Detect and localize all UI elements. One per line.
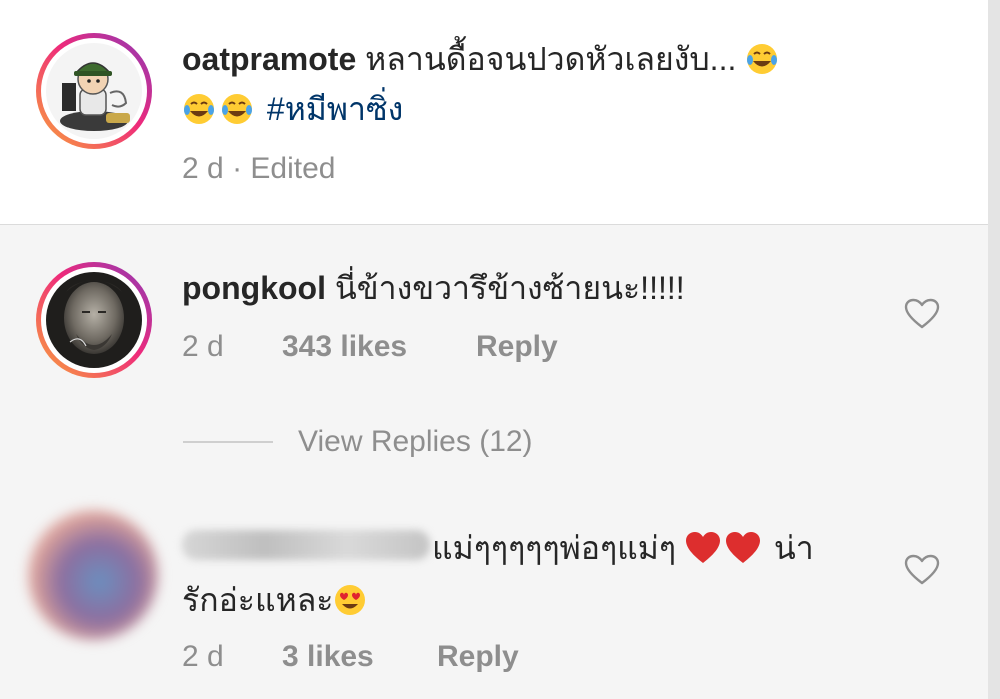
caption-line-1: oatpramote หลานดื้อจนปวดหัวเลยงับ... <box>182 39 783 79</box>
comment-2-text-2: รักอ่ะแหละ <box>182 582 334 618</box>
avatar-image <box>46 43 142 139</box>
comment-2-reply-button[interactable]: Reply <box>437 640 519 674</box>
comment-1-likes[interactable]: 343 likes <box>282 330 407 364</box>
face-with-tears-of-joy-icon <box>745 42 779 76</box>
view-replies-line <box>183 441 273 443</box>
avatar-image <box>46 272 142 368</box>
comment-2-time: 2 d <box>182 640 224 673</box>
red-heart-icon <box>685 531 721 565</box>
red-heart-icon <box>725 531 761 565</box>
comment-1-reply-button[interactable]: Reply <box>476 330 558 364</box>
smiling-face-with-heart-eyes-icon <box>333 583 367 617</box>
comment-2-likes[interactable]: 3 likes <box>282 640 374 674</box>
scrollbar-track[interactable] <box>988 0 1000 699</box>
blurred-avatar[interactable] <box>28 510 158 640</box>
portrait-avatar-icon <box>46 272 142 368</box>
meta-separator: · <box>232 152 243 185</box>
caption-username[interactable]: oatpramote <box>182 41 356 77</box>
view-replies-button[interactable]: View Replies (12) <box>298 425 533 459</box>
avatar-pongkool[interactable] <box>36 262 152 378</box>
face-with-tears-of-joy-icon <box>220 92 254 126</box>
caption-meta: 2 d · Edited <box>182 152 335 186</box>
comment-2-line-1: แม่ๆๆๆๆๆพ่อๆแม่ๆ น่า <box>432 528 814 568</box>
cartoon-avatar-icon <box>46 43 142 139</box>
caption-time: 2 d <box>182 152 224 185</box>
caption-hashtag[interactable]: #หมีพาซิ่ง <box>267 91 403 127</box>
like-heart-icon[interactable] <box>904 298 940 330</box>
comment-2-text-1-end: น่า <box>773 530 814 566</box>
avatar-oatpramote[interactable] <box>36 33 152 149</box>
comment-2-text-1: แม่ๆๆๆๆๆพ่อๆแม่ๆ <box>432 530 677 566</box>
comment-2-line-2: รักอ่ะแหละ <box>182 580 371 620</box>
face-with-tears-of-joy-icon <box>182 92 216 126</box>
blurred-username[interactable] <box>182 530 430 560</box>
caption-line-2: #หมีพาซิ่ง <box>182 89 403 129</box>
caption-text: หลานดื้อจนปวดหัวเลยงับ... <box>365 41 737 77</box>
edited-label: Edited <box>250 152 336 185</box>
like-heart-icon[interactable] <box>904 554 940 586</box>
comment-1-line: pongkool นี่ข้างขวารึข้างซ้ายนะ!!!!! <box>182 268 685 308</box>
comment-1-time: 2 d <box>182 330 224 363</box>
caption-section <box>0 0 1000 224</box>
comment-1-text: นี่ข้างขวารึข้างซ้ายนะ!!!!! <box>334 270 685 306</box>
comment-1-username[interactable]: pongkool <box>182 270 326 306</box>
divider <box>0 224 1000 225</box>
